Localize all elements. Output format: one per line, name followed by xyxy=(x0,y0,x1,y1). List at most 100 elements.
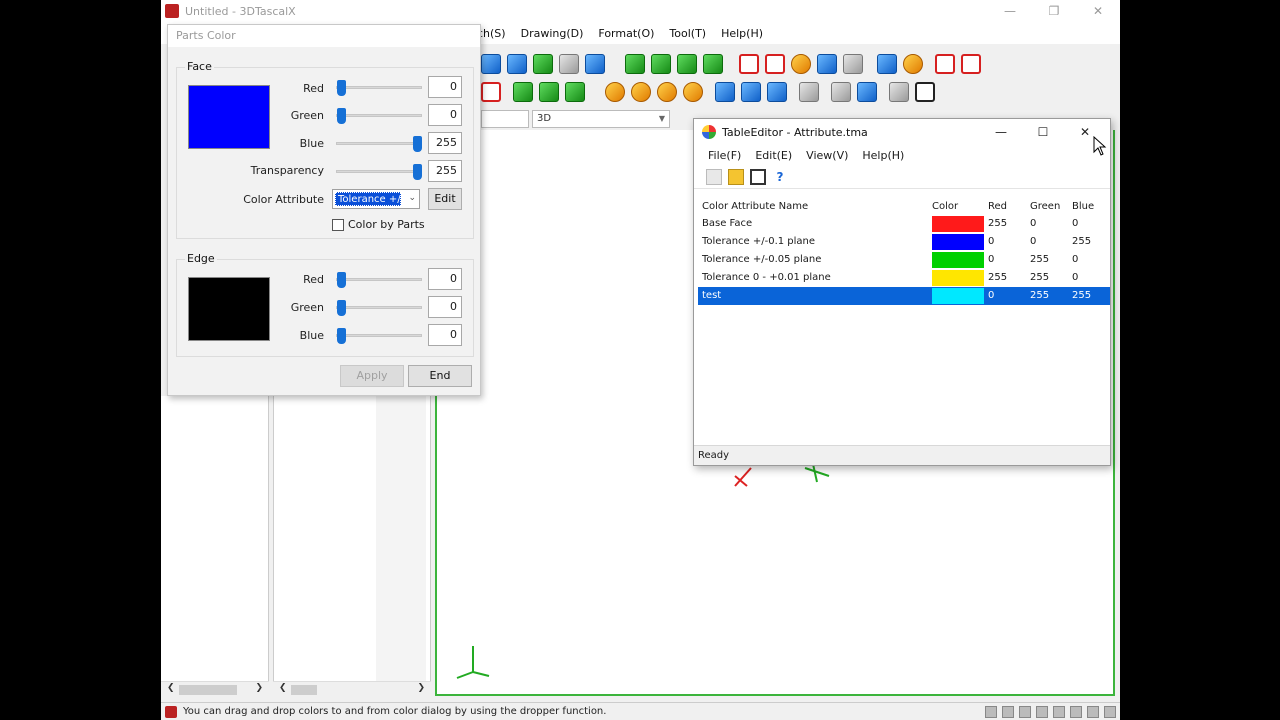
color-by-parts-checkbox[interactable] xyxy=(332,219,344,231)
parts-panel-scrollbar[interactable]: ❮ ❯ xyxy=(273,681,431,697)
solid-union-icon[interactable] xyxy=(539,82,559,102)
edit-button[interactable]: Edit xyxy=(428,188,462,210)
face-red-slider[interactable] xyxy=(336,80,422,96)
edge-red-value[interactable]: 0 xyxy=(428,268,462,290)
tray-icon[interactable] xyxy=(1019,706,1031,718)
tree-panel-scrollbar[interactable]: ❮ ❯ xyxy=(161,681,269,697)
table-row[interactable]: Tolerance 0 - +0.01 plane 255 255 0 xyxy=(698,269,1110,287)
menu-file[interactable]: File(F) xyxy=(708,149,741,162)
slider-thumb[interactable] xyxy=(337,80,346,96)
rotate-y-icon[interactable] xyxy=(631,82,651,102)
tray-icon[interactable] xyxy=(1087,706,1099,718)
slider-thumb[interactable] xyxy=(337,108,346,124)
face-blue-slider[interactable] xyxy=(336,136,422,152)
scroll-right-icon[interactable]: ❯ xyxy=(255,683,263,693)
edge-blue-slider[interactable] xyxy=(336,328,422,344)
tray-icon[interactable] xyxy=(1104,706,1116,718)
maximize-icon[interactable]: ☐ xyxy=(1022,121,1064,143)
minimize-icon[interactable]: — xyxy=(980,121,1022,143)
view-top-icon[interactable] xyxy=(651,54,671,74)
view-mode-combo[interactable]: 3D ▼ xyxy=(532,110,670,128)
edge-green-slider[interactable] xyxy=(336,300,422,316)
rotate-x-icon[interactable] xyxy=(605,82,625,102)
frame-icon[interactable] xyxy=(935,54,955,74)
solid-icon[interactable] xyxy=(513,82,533,102)
scroll-left-icon[interactable]: ❮ xyxy=(167,683,175,693)
snap-mid-icon[interactable] xyxy=(791,54,811,74)
print-preview-icon[interactable] xyxy=(559,54,579,74)
scroll-thumb[interactable] xyxy=(179,685,237,695)
slider-thumb[interactable] xyxy=(337,300,346,316)
tray-icon[interactable] xyxy=(1036,706,1048,718)
help-icon[interactable] xyxy=(585,54,605,74)
hand-icon[interactable] xyxy=(889,82,909,102)
color-attribute-combo[interactable]: Tolerance +/ ⌄ xyxy=(332,189,420,209)
view-side-icon[interactable] xyxy=(677,54,697,74)
table-row[interactable]: Tolerance +/-0.1 plane 0 0 255 xyxy=(698,233,1110,251)
slider-thumb[interactable] xyxy=(413,136,422,152)
rotate-free-icon[interactable] xyxy=(683,82,703,102)
menu-edit[interactable]: Edit(E) xyxy=(755,149,792,162)
cell-color-swatch[interactable] xyxy=(932,234,984,250)
edge-blue-value[interactable]: 0 xyxy=(428,324,462,346)
menu-view[interactable]: View(V) xyxy=(806,149,848,162)
slider-thumb[interactable] xyxy=(337,272,346,288)
tray-icon[interactable] xyxy=(985,706,997,718)
face-transparency-value[interactable]: 255 xyxy=(428,160,462,182)
tray-icon[interactable] xyxy=(1002,706,1014,718)
scroll-thumb[interactable] xyxy=(291,685,317,695)
parts-panel[interactable] xyxy=(273,396,431,696)
orbit-icon[interactable] xyxy=(767,82,787,102)
column-header-green[interactable]: Green xyxy=(1030,199,1070,215)
menu-tool[interactable]: Tool(T) xyxy=(669,27,706,40)
edge-green-value[interactable]: 0 xyxy=(428,296,462,318)
fullscreen-icon[interactable] xyxy=(915,82,935,102)
face-green-value[interactable]: 0 xyxy=(428,104,462,126)
zoom-icon[interactable] xyxy=(481,54,501,74)
face-blue-value[interactable]: 255 xyxy=(428,132,462,154)
menu-help[interactable]: Help(H) xyxy=(721,27,763,40)
edge-red-slider[interactable] xyxy=(336,272,422,288)
tray-icon[interactable] xyxy=(1053,706,1065,718)
new-file-icon[interactable] xyxy=(706,168,722,185)
snap-point-icon[interactable] xyxy=(739,54,759,74)
column-header-blue[interactable]: Blue xyxy=(1072,199,1110,215)
search-icon[interactable] xyxy=(831,82,851,102)
scroll-left-icon[interactable]: ❮ xyxy=(279,683,287,693)
scroll-right-icon[interactable]: ❯ xyxy=(417,683,425,693)
save-icon[interactable] xyxy=(750,168,766,185)
table-row[interactable]: test 0 255 255 xyxy=(698,287,1110,305)
zoom-window-icon[interactable] xyxy=(507,54,527,74)
table-row[interactable]: Tolerance +/-0.05 plane 0 255 0 xyxy=(698,251,1110,269)
slider-thumb[interactable] xyxy=(337,328,346,344)
zoom-in-icon[interactable] xyxy=(799,82,819,102)
layer-combo[interactable] xyxy=(481,110,529,128)
column-header-color[interactable]: Color xyxy=(932,199,984,215)
menu-format[interactable]: Format(O) xyxy=(598,27,654,40)
column-header-red[interactable]: Red xyxy=(988,199,1028,215)
grid-icon[interactable] xyxy=(817,54,837,74)
measure-icon[interactable] xyxy=(843,54,863,74)
cell-color-swatch[interactable] xyxy=(932,252,984,268)
column-header-name[interactable]: Color Attribute Name xyxy=(702,199,930,215)
apply-button[interactable]: Apply xyxy=(340,365,404,387)
view-front-icon[interactable] xyxy=(625,54,645,74)
menu-drawing[interactable]: Drawing(D) xyxy=(521,27,584,40)
view-iso-icon[interactable] xyxy=(703,54,723,74)
minimize-icon[interactable]: — xyxy=(988,0,1032,22)
refresh-icon[interactable] xyxy=(715,82,735,102)
pan-icon[interactable] xyxy=(741,82,761,102)
cell-color-swatch[interactable] xyxy=(932,288,984,304)
face-transparency-slider[interactable] xyxy=(336,164,422,180)
table-row[interactable]: Base Face 255 0 0 xyxy=(698,215,1110,233)
brush-icon[interactable] xyxy=(857,82,877,102)
cell-color-swatch[interactable] xyxy=(932,270,984,286)
snap-end-icon[interactable] xyxy=(765,54,785,74)
face-red-value[interactable]: 0 xyxy=(428,76,462,98)
close-icon[interactable]: ✕ xyxy=(1076,0,1120,22)
no-display-icon[interactable] xyxy=(481,82,501,102)
solid-cut-icon[interactable] xyxy=(565,82,585,102)
cell-color-swatch[interactable] xyxy=(932,216,984,232)
tray-icon[interactable] xyxy=(1070,706,1082,718)
face-green-slider[interactable] xyxy=(336,108,422,124)
